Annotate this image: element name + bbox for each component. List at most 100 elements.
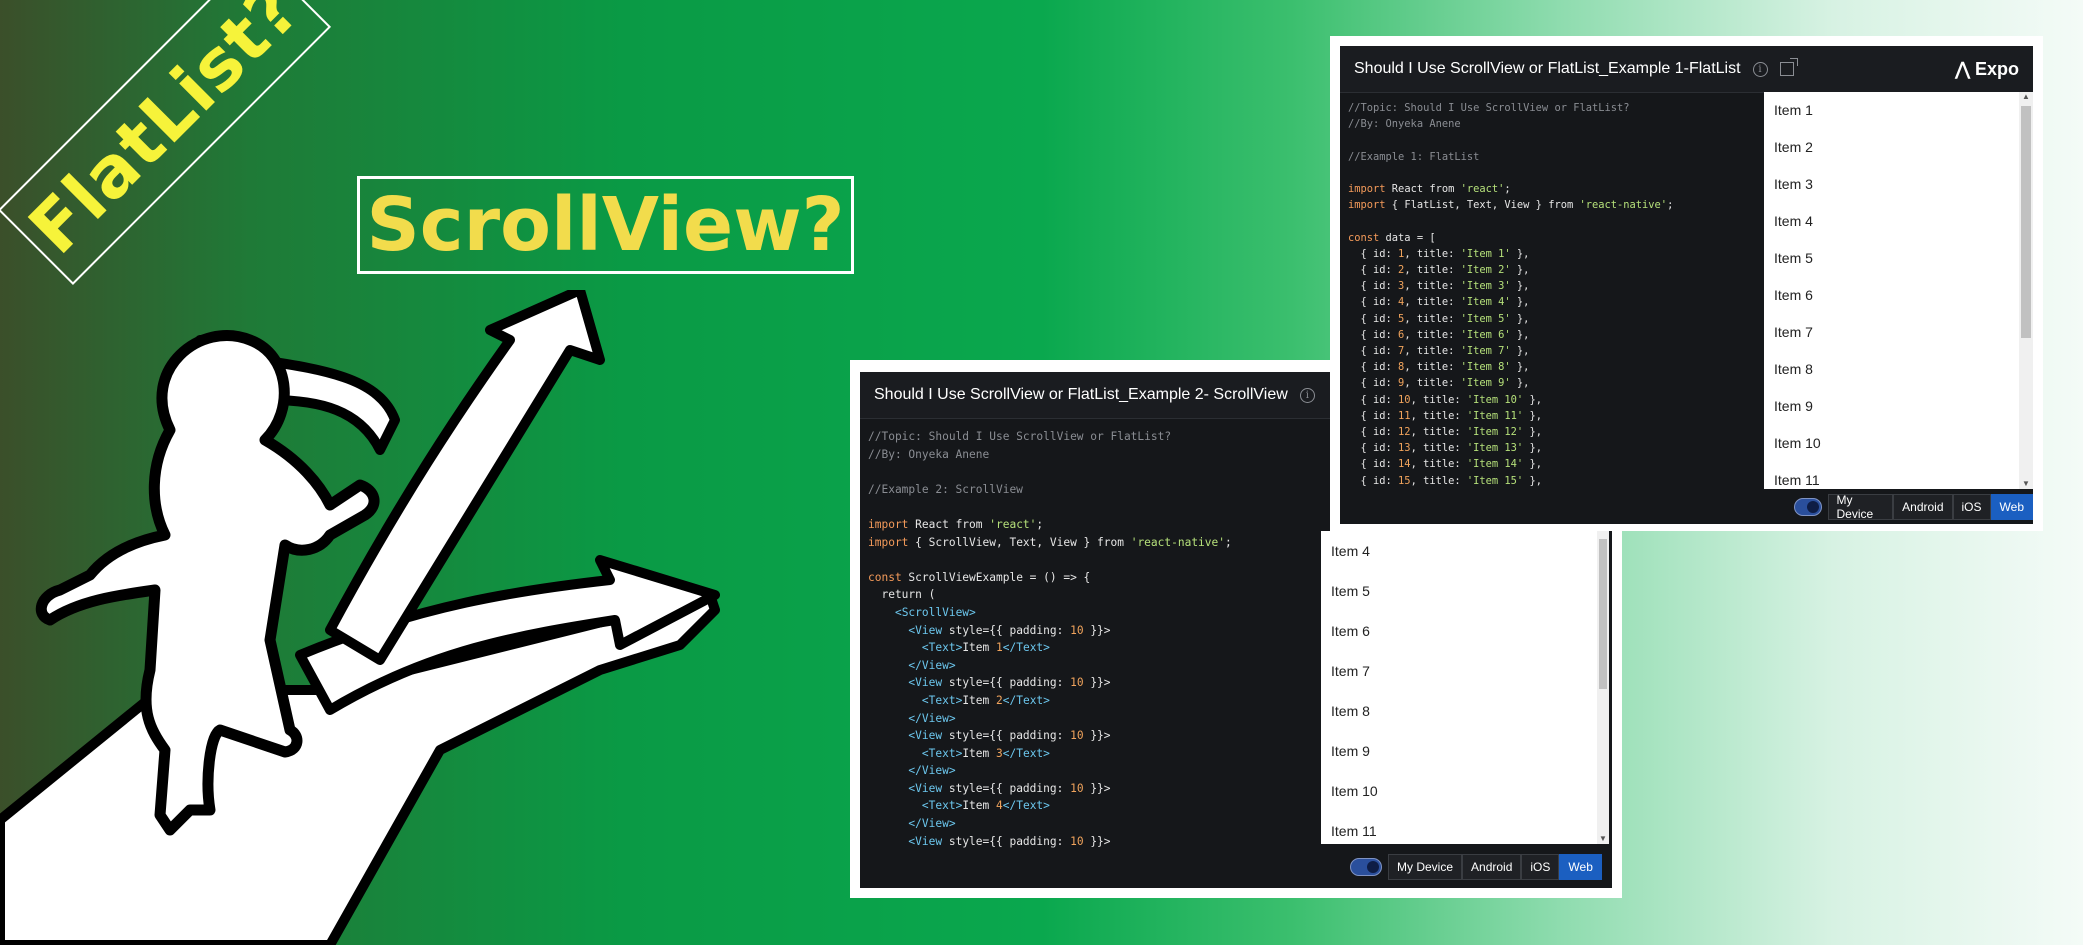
- list-item: Item 4: [1331, 543, 1370, 559]
- code-line: </View>: [908, 817, 956, 831]
- list-item: Item 2: [1774, 139, 1813, 155]
- list-item: Item 8: [1774, 361, 1813, 377]
- device-preview[interactable]: Item 4 Item 5 Item 6 Item 7 Item 8 Item 9 Item…: [1321, 531, 1601, 844]
- scroll-down-arrow-icon[interactable]: ▼: [1597, 834, 1609, 844]
- android-button[interactable]: Android: [1462, 854, 1522, 880]
- code-line: <Text>Item 1</Text>: [921, 641, 1050, 655]
- code-line: { id: 5, title: 'Item 5' },: [1348, 312, 1530, 325]
- web-button[interactable]: Web: [1990, 494, 2033, 520]
- list-item: Item 3: [1774, 176, 1813, 192]
- code-line: //Example 1: FlatList: [1348, 150, 1480, 163]
- code-line: { id: 2, title: 'Item 2' },: [1348, 264, 1530, 277]
- flatlist-snack-panel: Should I Use ScrollView or FlatList_Exam…: [1330, 36, 2043, 531]
- list-item: Item 6: [1774, 287, 1813, 303]
- code-line: <View style={{ padding: 10 }}>: [908, 729, 1111, 743]
- code-line: import { FlatList, Text, View } from 're…: [1348, 199, 1674, 212]
- snack-title: Should I Use ScrollView or FlatList_Exam…: [874, 386, 1288, 403]
- list-item: Item 8: [1331, 703, 1370, 719]
- ios-button[interactable]: iOS: [1521, 854, 1560, 880]
- list-item: Item 11: [1331, 823, 1377, 839]
- platform-switcher: My Device Android iOS Web: [1350, 854, 1602, 880]
- snack-window: Should I Use ScrollView or FlatList_Exam…: [1340, 46, 2033, 524]
- list-item: Item 9: [1774, 398, 1813, 414]
- code-line: </View>: [908, 711, 956, 725]
- code-line: </View>: [908, 764, 956, 778]
- android-button[interactable]: Android: [1893, 494, 1953, 520]
- code-line: <View style={{ padding: 10 }}>: [908, 676, 1111, 690]
- code-line: <Text>Item 3</Text>: [921, 746, 1050, 760]
- code-line: <View style={{ padding: 10 }}>: [908, 623, 1111, 637]
- code-line: { id: 13, title: 'Item 13' },: [1348, 442, 1542, 455]
- scroll-down-arrow-icon[interactable]: ▼: [2019, 479, 2033, 489]
- code-line: <View style={{ padding: 10 }}>: [908, 781, 1111, 795]
- expo-logo: ⋀ Expo: [1955, 59, 2019, 79]
- code-line: const ScrollViewExample = () => {: [868, 570, 1091, 584]
- code-line: //Topic: Should I Use ScrollView or Flat…: [868, 430, 1172, 443]
- code-line: { id: 7, title: 'Item 7' },: [1348, 345, 1530, 358]
- preview-scrollbar[interactable]: ▼: [1597, 531, 1609, 844]
- snack-title: Should I Use ScrollView or FlatList_Exam…: [1354, 60, 1741, 77]
- code-line: </View>: [908, 658, 956, 672]
- code-editor[interactable]: //Topic: Should I Use ScrollView or Flat…: [1348, 100, 1763, 500]
- my-device-button[interactable]: My Device: [1388, 854, 1463, 880]
- code-line: { id: 4, title: 'Item 4' },: [1348, 296, 1530, 309]
- scrollbar-thumb[interactable]: [2021, 106, 2031, 338]
- code-line: { id: 8, title: 'Item 8' },: [1348, 361, 1530, 374]
- scroll-up-arrow-icon[interactable]: ▲: [2019, 92, 2033, 102]
- list-item: Item 10: [1774, 435, 1821, 451]
- code-line: { id: 15, title: 'Item 15' },: [1348, 474, 1542, 487]
- code-line: { id: 12, title: 'Item 12' },: [1348, 426, 1542, 439]
- code-line: import React from 'react';: [1348, 183, 1511, 196]
- web-button[interactable]: Web: [1559, 854, 1602, 880]
- snack-header: Should I Use ScrollView or FlatList_Exam…: [1340, 46, 2033, 93]
- code-editor[interactable]: //Topic: Should I Use ScrollView or Flat…: [868, 428, 1348, 858]
- code-line: //By: Onyeka Anene: [868, 447, 990, 461]
- code-line: { id: 3, title: 'Item 3' },: [1348, 280, 1530, 293]
- thumbnail-canvas: FlatList? ScrollView? Should I Use Scrol…: [0, 0, 2083, 945]
- code-line: return (: [868, 588, 936, 602]
- code-line: <Text>Item 4</Text>: [921, 799, 1050, 813]
- list-item: Item 11: [1774, 472, 1820, 488]
- my-device-button[interactable]: My Device: [1827, 493, 1894, 521]
- scrollview-title: ScrollView?: [366, 182, 845, 268]
- list-item: Item 10: [1331, 783, 1378, 799]
- list-item: Item 9: [1331, 743, 1370, 759]
- ios-button[interactable]: iOS: [1952, 494, 1991, 520]
- code-line: { id: 14, title: 'Item 14' },: [1348, 458, 1542, 471]
- crossroads-person-illustration: [0, 290, 720, 945]
- device-preview[interactable]: Item 1 Item 2 Item 3 Item 4 Item 5 Item 6 Item…: [1764, 92, 2022, 489]
- code-line: { id: 10, title: 'Item 10' },: [1348, 393, 1542, 406]
- platform-switcher: My Device Android iOS Web: [1794, 493, 2033, 521]
- preview-toggle[interactable]: [1794, 498, 1822, 516]
- list-item: Item 5: [1774, 250, 1813, 266]
- list-item: Item 7: [1331, 663, 1370, 679]
- code-line: { id: 6, title: 'Item 6' },: [1348, 328, 1530, 341]
- code-line: //Topic: Should I Use ScrollView or Flat…: [1348, 102, 1630, 114]
- preview-scrollbar[interactable]: ▲ ▼: [2019, 92, 2033, 489]
- code-line: //Example 2: ScrollView: [868, 482, 1023, 496]
- code-line: import React from 'react';: [868, 517, 1044, 531]
- code-line: <ScrollView>: [894, 605, 976, 619]
- flatlist-title: FlatList?: [13, 0, 316, 270]
- info-icon[interactable]: i: [1299, 387, 1315, 403]
- code-line: const data = [: [1348, 231, 1436, 244]
- list-item: Item 6: [1331, 623, 1370, 639]
- code-line: { id: 1, title: 'Item 1' },: [1348, 247, 1530, 260]
- scrollview-title-box: ScrollView?: [357, 176, 854, 274]
- list-item: Item 7: [1774, 324, 1813, 340]
- code-line: //By: Onyeka Anene: [1348, 118, 1461, 131]
- info-icon[interactable]: i: [1752, 61, 1768, 77]
- scrollbar-thumb[interactable]: [1599, 539, 1607, 689]
- list-item: Item 1: [1774, 102, 1813, 118]
- code-line: <Text>Item 2</Text>: [921, 693, 1050, 707]
- code-line: import { ScrollView, Text, View } from '…: [868, 535, 1232, 549]
- list-item: Item 5: [1331, 583, 1370, 599]
- preview-toggle[interactable]: [1350, 858, 1382, 876]
- open-external-icon[interactable]: [1779, 58, 1798, 76]
